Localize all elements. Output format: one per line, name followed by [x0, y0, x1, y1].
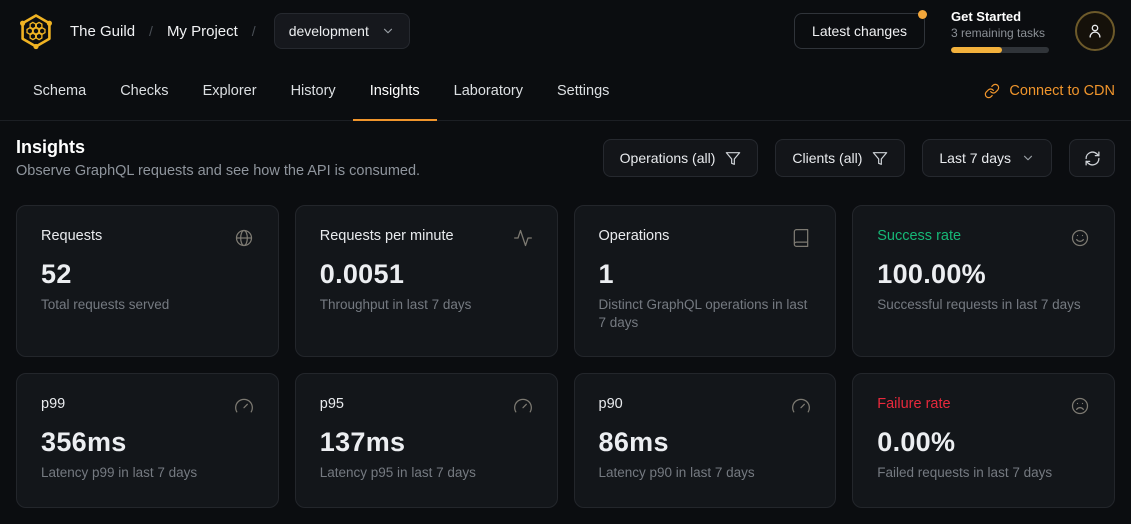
clients-filter-label: Clients (all)	[792, 150, 862, 166]
card-description: Throughput in last 7 days	[320, 296, 533, 314]
funnel-icon	[725, 150, 741, 166]
tab-insights[interactable]: Insights	[353, 62, 437, 120]
tab-laboratory[interactable]: Laboratory	[437, 62, 540, 120]
card-value: 52	[41, 259, 254, 290]
card-description: Successful requests in last 7 days	[877, 296, 1090, 314]
get-started-progress-bar	[951, 47, 1049, 53]
card-value: 356ms	[41, 427, 254, 458]
card-value: 100.00%	[877, 259, 1090, 290]
operations-filter-button[interactable]: Operations (all)	[603, 139, 759, 177]
get-started-widget[interactable]: Get Started 3 remaining tasks	[951, 9, 1049, 53]
get-started-progress-fill	[951, 47, 1002, 53]
insights-title-block: Insights Observe GraphQL requests and se…	[16, 137, 420, 179]
stat-card-operations: Operations 1 Distinct GraphQL operations…	[574, 205, 837, 357]
project-nav-tabbar: Schema Checks Explorer History Insights …	[0, 62, 1131, 121]
card-value: 0.00%	[877, 427, 1090, 458]
card-description: Latency p95 in last 7 days	[320, 464, 533, 482]
breadcrumb-separator: /	[149, 23, 153, 39]
card-title: Requests per minute	[320, 228, 454, 244]
breadcrumb: The Guild / My Project / development	[16, 11, 410, 51]
clients-filter-button[interactable]: Clients (all)	[775, 139, 905, 177]
card-title: Success rate	[877, 228, 961, 244]
stats-card-grid: Requests 52 Total requests served Reques…	[16, 205, 1115, 508]
card-title: Failure rate	[877, 396, 950, 412]
refresh-icon	[1084, 150, 1101, 167]
target-selector-dropdown[interactable]: development	[274, 13, 410, 49]
activity-icon	[513, 228, 533, 248]
globe-icon	[234, 228, 254, 248]
chevron-down-icon	[381, 24, 395, 38]
hive-logo-icon[interactable]	[16, 11, 56, 51]
page-title: Insights	[16, 137, 420, 158]
card-description: Total requests served	[41, 296, 254, 314]
operations-filter-label: Operations (all)	[620, 150, 716, 166]
stat-card-p99: p99 356ms Latency p99 in last 7 days	[16, 373, 279, 507]
smile-icon	[1070, 228, 1090, 248]
breadcrumb-separator: /	[252, 23, 256, 39]
link-icon	[984, 83, 1000, 99]
insights-filters: Operations (all) Clients (all) Last 7 da…	[603, 139, 1115, 177]
insights-page: Insights Observe GraphQL requests and se…	[0, 121, 1131, 524]
target-selector-value: development	[289, 23, 369, 39]
notification-dot-icon	[918, 10, 927, 19]
stat-card-requests-per-minute: Requests per minute 0.0051 Throughput in…	[295, 205, 558, 357]
gauge-icon	[234, 396, 254, 416]
stat-card-p95: p95 137ms Latency p95 in last 7 days	[295, 373, 558, 507]
refresh-button[interactable]	[1069, 139, 1115, 177]
tab-schema[interactable]: Schema	[16, 62, 103, 120]
funnel-icon	[872, 150, 888, 166]
latest-changes-label: Latest changes	[812, 23, 907, 39]
card-title: p99	[41, 396, 65, 412]
nav-tabs: Schema Checks Explorer History Insights …	[16, 62, 626, 120]
date-range-value: Last 7 days	[939, 150, 1011, 166]
user-avatar-button[interactable]	[1075, 11, 1115, 51]
card-title: Operations	[599, 228, 670, 244]
connect-to-cdn-label: Connect to CDN	[1009, 83, 1115, 99]
tab-checks[interactable]: Checks	[103, 62, 185, 120]
breadcrumb-org[interactable]: The Guild	[70, 23, 135, 40]
gauge-icon	[791, 396, 811, 416]
get-started-remaining-tasks: 3 remaining tasks	[951, 26, 1049, 40]
card-title: p90	[599, 396, 623, 412]
tab-history[interactable]: History	[274, 62, 353, 120]
card-value: 86ms	[599, 427, 812, 458]
breadcrumb-project[interactable]: My Project	[167, 23, 238, 40]
stat-card-failure-rate: Failure rate 0.00% Failed requests in la…	[852, 373, 1115, 507]
card-description: Failed requests in last 7 days	[877, 464, 1090, 482]
top-header: The Guild / My Project / development Lat…	[0, 0, 1131, 62]
card-value: 137ms	[320, 427, 533, 458]
insights-header: Insights Observe GraphQL requests and se…	[16, 137, 1115, 179]
user-icon	[1086, 22, 1104, 40]
connect-to-cdn-link[interactable]: Connect to CDN	[984, 83, 1115, 99]
latest-changes-button[interactable]: Latest changes	[794, 13, 925, 49]
gauge-icon	[513, 396, 533, 416]
page-subtitle: Observe GraphQL requests and see how the…	[16, 163, 420, 179]
date-range-dropdown[interactable]: Last 7 days	[922, 139, 1052, 177]
chevron-down-icon	[1021, 151, 1035, 165]
card-value: 0.0051	[320, 259, 533, 290]
book-icon	[791, 228, 811, 248]
tab-settings[interactable]: Settings	[540, 62, 626, 120]
card-description: Latency p99 in last 7 days	[41, 464, 254, 482]
card-title: Requests	[41, 228, 102, 244]
card-value: 1	[599, 259, 812, 290]
stat-card-success-rate: Success rate 100.00% Successful requests…	[852, 205, 1115, 357]
frown-icon	[1070, 396, 1090, 416]
card-title: p95	[320, 396, 344, 412]
stat-card-p90: p90 86ms Latency p90 in last 7 days	[574, 373, 837, 507]
tab-explorer[interactable]: Explorer	[186, 62, 274, 120]
header-actions: Latest changes Get Started 3 remaining t…	[794, 9, 1115, 53]
get-started-title: Get Started	[951, 9, 1049, 24]
card-description: Latency p90 in last 7 days	[599, 464, 812, 482]
stat-card-requests: Requests 52 Total requests served	[16, 205, 279, 357]
card-description: Distinct GraphQL operations in last 7 da…	[599, 296, 812, 332]
